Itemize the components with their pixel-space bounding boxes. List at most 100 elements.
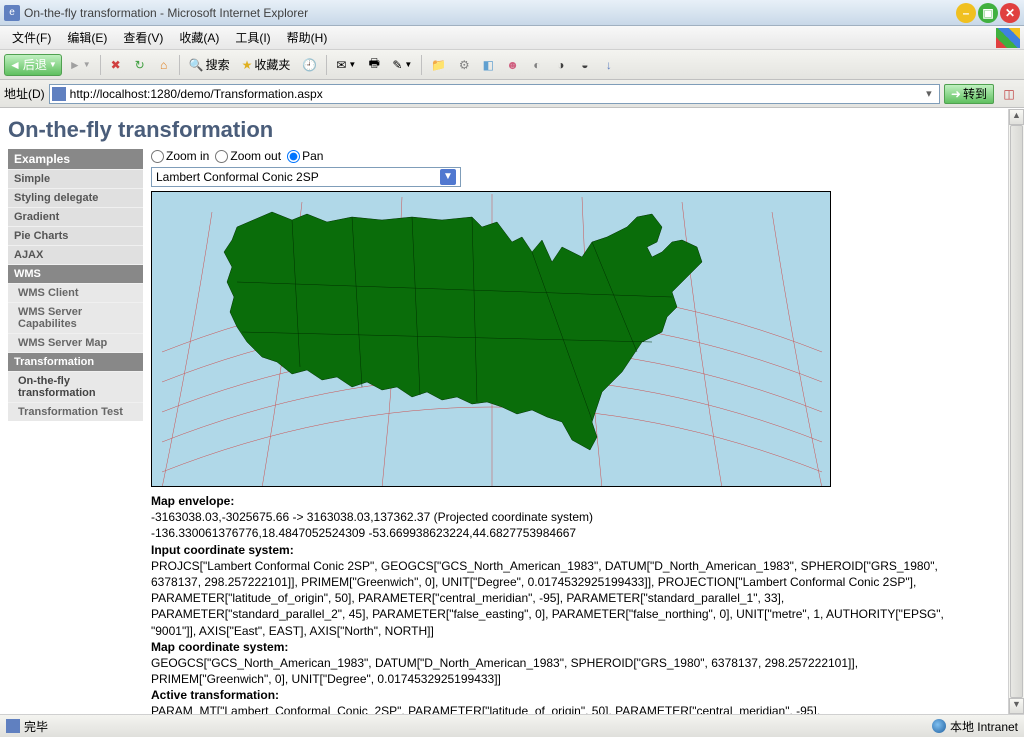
go-arrow-icon: ➜ <box>951 87 961 101</box>
sidebar-item-piecharts[interactable]: Pie Charts <box>8 226 143 245</box>
ext-button-2[interactable]: ⚙ <box>453 54 475 76</box>
home-icon: ⌂ <box>160 58 167 72</box>
sidebar-item-styling[interactable]: Styling delegate <box>8 188 143 207</box>
search-icon: 🔍 <box>189 58 204 72</box>
scroll-thumb[interactable] <box>1010 125 1023 698</box>
sidebar-item-transformation-test[interactable]: Transformation Test <box>8 402 143 421</box>
refresh-icon: ↻ <box>135 58 145 72</box>
statusbar: 完毕 本地 Intranet <box>0 714 1024 737</box>
go-button[interactable]: ➜ 转到 <box>944 84 994 104</box>
favorites-label: 收藏夹 <box>254 56 290 73</box>
address-input[interactable] <box>70 87 921 101</box>
window-title: On-the-fly transformation - Microsoft In… <box>24 6 956 20</box>
pdf-icon: ◫ <box>1003 87 1014 101</box>
menu-tools[interactable]: 工具(I) <box>227 27 278 48</box>
sidebar-item-onthefly[interactable]: On-the-fly transformation <box>8 371 143 402</box>
window-titlebar: e On-the-fly transformation - Microsoft … <box>0 0 1024 26</box>
toolbar-separator <box>421 55 422 75</box>
zoom-out-radio[interactable]: Zoom out <box>215 149 281 163</box>
app-icon: ◧ <box>483 58 494 72</box>
app-icon: ◐ <box>533 58 540 72</box>
sidebar-header-wms[interactable]: WMS <box>8 264 143 283</box>
app-icon: ↓ <box>606 58 612 72</box>
scroll-down-button[interactable]: ▼ <box>1009 698 1024 714</box>
zone-label: 本地 Intranet <box>950 718 1018 735</box>
sidebar-item-ajax[interactable]: AJAX <box>8 245 143 264</box>
menu-help[interactable]: 帮助(H) <box>279 27 336 48</box>
search-button[interactable]: 🔍搜索 <box>184 54 235 76</box>
menu-view[interactable]: 查看(V) <box>115 27 171 48</box>
favorites-button[interactable]: ★收藏夹 <box>237 54 296 76</box>
sidebar-item-wms-client[interactable]: WMS Client <box>8 283 143 302</box>
search-label: 搜索 <box>206 56 230 73</box>
forward-button[interactable]: ►▼ <box>64 54 96 76</box>
sidebar-item-wms-server-cap[interactable]: WMS Server Capabilites <box>8 302 143 333</box>
vertical-scrollbar[interactable]: ▲ ▼ <box>1008 109 1024 714</box>
projection-value: Lambert Conformal Conic 2SP <box>156 170 319 184</box>
menubar: 文件(F) 编辑(E) 查看(V) 收藏(A) 工具(I) 帮助(H) <box>0 26 1024 50</box>
addressbar: 地址(D) ▾ ➜ 转到 ◫ <box>0 80 1024 108</box>
ext-button-5[interactable]: ◐ <box>526 54 548 76</box>
active-label: Active transformation: <box>151 688 279 702</box>
pan-radio[interactable]: Pan <box>287 149 323 163</box>
toolbar-separator <box>179 55 180 75</box>
ext-button-4[interactable]: ☻ <box>501 54 524 76</box>
page-title: On-the-fly transformation <box>8 117 1000 143</box>
ext-button-3[interactable]: ◧ <box>477 54 499 76</box>
menu-file[interactable]: 文件(F) <box>4 27 59 48</box>
ext-button-8[interactable]: ↓ <box>598 54 620 76</box>
sidebar-header-transformation[interactable]: Transformation <box>8 352 143 371</box>
projection-select[interactable]: Lambert Conformal Conic 2SP ▼ <box>151 167 461 187</box>
page-icon <box>52 87 66 101</box>
app-icon: ☻ <box>506 58 519 72</box>
history-icon: 🕘 <box>302 58 317 72</box>
minimize-button[interactable]: – <box>956 3 976 23</box>
print-button[interactable]: 🖶 <box>363 54 385 76</box>
history-button[interactable]: 🕘 <box>297 54 322 76</box>
ext-button-1[interactable]: 📁 <box>426 54 451 76</box>
sidebar-item-wms-server-map[interactable]: WMS Server Map <box>8 333 143 352</box>
toolbar-separator <box>326 55 327 75</box>
menu-favorites[interactable]: 收藏(A) <box>171 27 227 48</box>
back-button[interactable]: ◄ 后退 ▼ <box>4 54 62 76</box>
address-dropdown-icon[interactable]: ▾ <box>921 87 937 100</box>
dropdown-arrow-icon: ▼ <box>440 169 456 185</box>
scroll-up-button[interactable]: ▲ <box>1009 109 1024 125</box>
refresh-button[interactable]: ↻ <box>129 54 151 76</box>
sidebar-item-gradient[interactable]: Gradient <box>8 207 143 226</box>
envelope-line1: -3163038.03,-3025675.66 -> 3163038.03,13… <box>151 510 593 524</box>
edit-button[interactable]: ✎▼ <box>387 54 417 76</box>
star-icon: ★ <box>242 58 253 72</box>
mail-button[interactable]: ✉▼ <box>331 54 361 76</box>
input-cs-text: PROJCS["Lambert Conformal Conic 2SP", GE… <box>151 559 944 638</box>
menu-edit[interactable]: 编辑(E) <box>59 27 115 48</box>
link-ext-button[interactable]: ◫ <box>998 83 1020 105</box>
zoom-out-label: Zoom out <box>230 149 281 163</box>
zoom-in-radio[interactable]: Zoom in <box>151 149 209 163</box>
app-icon: ◑ <box>557 58 564 72</box>
sidebar: Examples Simple Styling delegate Gradien… <box>8 149 143 714</box>
maximize-button[interactable]: ▣ <box>978 3 998 23</box>
envelope-line2: -136.330061376776,18.4847052524309 -53.6… <box>151 526 576 540</box>
scroll-track[interactable] <box>1009 125 1024 698</box>
map-canvas[interactable] <box>151 191 831 487</box>
sidebar-item-simple[interactable]: Simple <box>8 169 143 188</box>
home-button[interactable]: ⌂ <box>153 54 175 76</box>
stop-icon: ✖ <box>111 58 121 72</box>
ie-icon: e <box>4 5 20 21</box>
ext-button-7[interactable]: ◒ <box>574 54 596 76</box>
map-controls: Zoom in Zoom out Pan <box>151 149 1000 163</box>
close-button[interactable]: ✕ <box>1000 3 1020 23</box>
ext-button-6[interactable]: ◑ <box>550 54 572 76</box>
stop-button[interactable]: ✖ <box>105 54 127 76</box>
pan-label: Pan <box>302 149 323 163</box>
toolbar-separator <box>100 55 101 75</box>
go-label: 转到 <box>963 85 987 102</box>
map-cs-label: Map coordinate system: <box>151 640 288 654</box>
sidebar-header: Examples <box>8 149 143 169</box>
print-icon: 🖶 <box>369 54 380 75</box>
forward-arrow-icon: ► <box>69 58 81 72</box>
input-cs-label: Input coordinate system: <box>151 543 294 557</box>
status-text: 完毕 <box>24 718 48 735</box>
address-field-wrap[interactable]: ▾ <box>49 84 940 104</box>
